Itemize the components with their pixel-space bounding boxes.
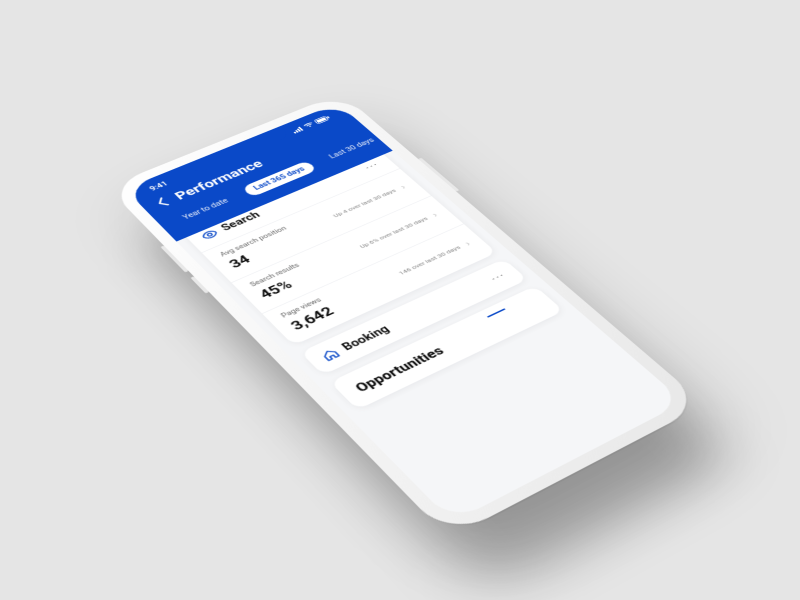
back-button[interactable] bbox=[154, 197, 172, 210]
signal-icon bbox=[291, 126, 306, 135]
row-delta: 146 over last 30 days bbox=[397, 244, 462, 276]
chevron-left-icon bbox=[154, 197, 170, 208]
booking-card-menu[interactable]: ··· bbox=[488, 270, 508, 283]
row-value: 3,642 bbox=[287, 304, 337, 333]
phone-mockup: 9:41 bbox=[107, 93, 706, 538]
booking-card-title: Booking bbox=[340, 324, 393, 353]
chevron-right-icon: › bbox=[429, 211, 440, 219]
status-time: 9:41 bbox=[148, 181, 170, 193]
chevron-right-icon: › bbox=[462, 239, 473, 247]
tab-indicator bbox=[487, 308, 506, 317]
opportunities-section: Opportunities bbox=[330, 286, 564, 410]
tab-truncated[interactable]: Las bbox=[386, 117, 424, 137]
eye-icon bbox=[200, 229, 219, 241]
home-icon bbox=[319, 347, 342, 362]
opportunities-title: Opportunities bbox=[352, 344, 447, 395]
wifi-icon bbox=[302, 121, 317, 130]
row-label: Page views bbox=[280, 297, 324, 320]
chevron-right-icon: › bbox=[398, 183, 408, 191]
battery-icon bbox=[313, 115, 333, 126]
